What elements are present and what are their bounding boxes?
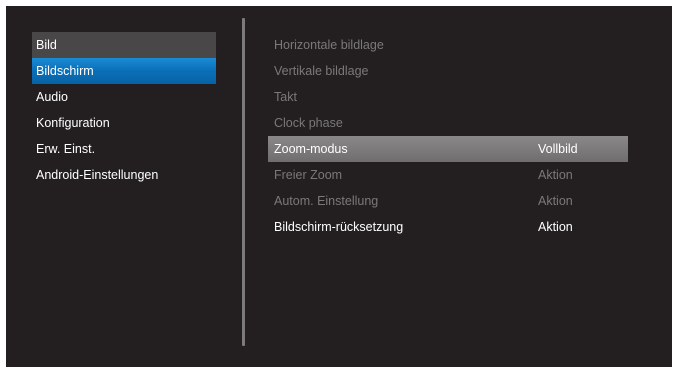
setting-row-vertikale-bildlage: Vertikale bildlage <box>268 58 628 84</box>
setting-label: Autom. Einstellung <box>274 194 379 208</box>
submenu: Horizontale bildlage Vertikale bildlage … <box>268 32 628 240</box>
setting-label: Vertikale bildlage <box>274 64 369 78</box>
setting-row-autom-einstellung: Autom. Einstellung Aktion <box>268 188 628 214</box>
main-menu: Bild Bildschirm Audio Konfiguration Erw.… <box>32 32 216 188</box>
setting-row-freier-zoom: Freier Zoom Aktion <box>268 162 628 188</box>
setting-label: Horizontale bildlage <box>274 38 384 52</box>
setting-value: Aktion <box>538 194 573 208</box>
setting-label: Zoom-modus <box>274 142 348 156</box>
setting-label: Bildschirm-rücksetzung <box>274 220 404 234</box>
osd-screen: Bild Bildschirm Audio Konfiguration Erw.… <box>6 6 672 367</box>
setting-value: Aktion <box>538 168 573 182</box>
setting-label: Takt <box>274 90 297 104</box>
setting-label: Clock phase <box>274 116 343 130</box>
menu-item-konfiguration[interactable]: Konfiguration <box>32 110 216 136</box>
setting-value: Aktion <box>538 220 573 234</box>
setting-row-clock-phase: Clock phase <box>268 110 628 136</box>
setting-row-horizontale-bildlage: Horizontale bildlage <box>268 32 628 58</box>
menu-item-audio[interactable]: Audio <box>32 84 216 110</box>
setting-row-bildschirm-ruecksetzung[interactable]: Bildschirm-rücksetzung Aktion <box>268 214 628 240</box>
menu-item-bildschirm[interactable]: Bildschirm <box>32 58 216 84</box>
setting-row-takt: Takt <box>268 84 628 110</box>
menu-divider <box>242 18 245 346</box>
menu-item-erw-einst[interactable]: Erw. Einst. <box>32 136 216 162</box>
menu-item-bild[interactable]: Bild <box>32 32 216 58</box>
menu-item-android-einstellungen[interactable]: Android-Einstellungen <box>32 162 216 188</box>
setting-row-zoom-modus[interactable]: Zoom-modus Vollbild <box>268 136 628 162</box>
setting-label: Freier Zoom <box>274 168 343 182</box>
setting-value: Vollbild <box>538 142 578 156</box>
